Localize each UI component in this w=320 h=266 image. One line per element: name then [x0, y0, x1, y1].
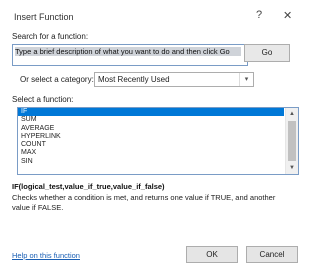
list-item[interactable]: IF	[18, 108, 284, 117]
close-icon[interactable]: ✕	[283, 9, 292, 22]
function-syntax: IF(logical_test,value_if_true,value_if_f…	[12, 182, 165, 191]
dialog-title: Insert Function	[14, 12, 74, 22]
search-input[interactable]: Type a brief description of what you wan…	[12, 44, 248, 66]
cancel-button[interactable]: Cancel	[246, 246, 298, 263]
list-scrollbar[interactable]: ▲ ▼	[285, 108, 298, 174]
category-label: Or select a category:	[20, 75, 94, 84]
ok-button[interactable]: OK	[186, 246, 238, 263]
scroll-up-icon[interactable]: ▲	[286, 108, 298, 120]
list-item[interactable]: SUM	[18, 116, 284, 124]
function-description: Checks whether a condition is met, and r…	[12, 193, 276, 212]
list-item[interactable]: HYPERLINK	[18, 133, 284, 141]
list-item[interactable]: SIN	[18, 158, 284, 166]
list-item[interactable]: COUNT	[18, 141, 284, 149]
category-selected-value: Most Recently Used	[98, 75, 170, 84]
function-list[interactable]: IF SUM AVERAGE HYPERLINK COUNT MAX SIN ▲…	[17, 107, 299, 175]
help-on-function-link[interactable]: Help on this function	[12, 251, 80, 260]
help-icon[interactable]: ?	[256, 9, 262, 21]
list-item[interactable]: AVERAGE	[18, 125, 284, 133]
go-button[interactable]: Go	[244, 44, 290, 62]
category-select[interactable]: Most Recently Used ▾	[94, 72, 254, 87]
search-input-value: Type a brief description of what you wan…	[15, 47, 241, 56]
list-item[interactable]: MAX	[18, 149, 284, 157]
insert-function-dialog: Insert Function ? ✕ Search for a functio…	[0, 0, 300, 266]
scroll-down-icon[interactable]: ▼	[286, 162, 298, 174]
scroll-thumb[interactable]	[288, 121, 296, 161]
search-label: Search for a function:	[12, 32, 89, 41]
chevron-down-icon[interactable]: ▾	[239, 73, 253, 86]
select-function-label: Select a function:	[12, 95, 74, 104]
